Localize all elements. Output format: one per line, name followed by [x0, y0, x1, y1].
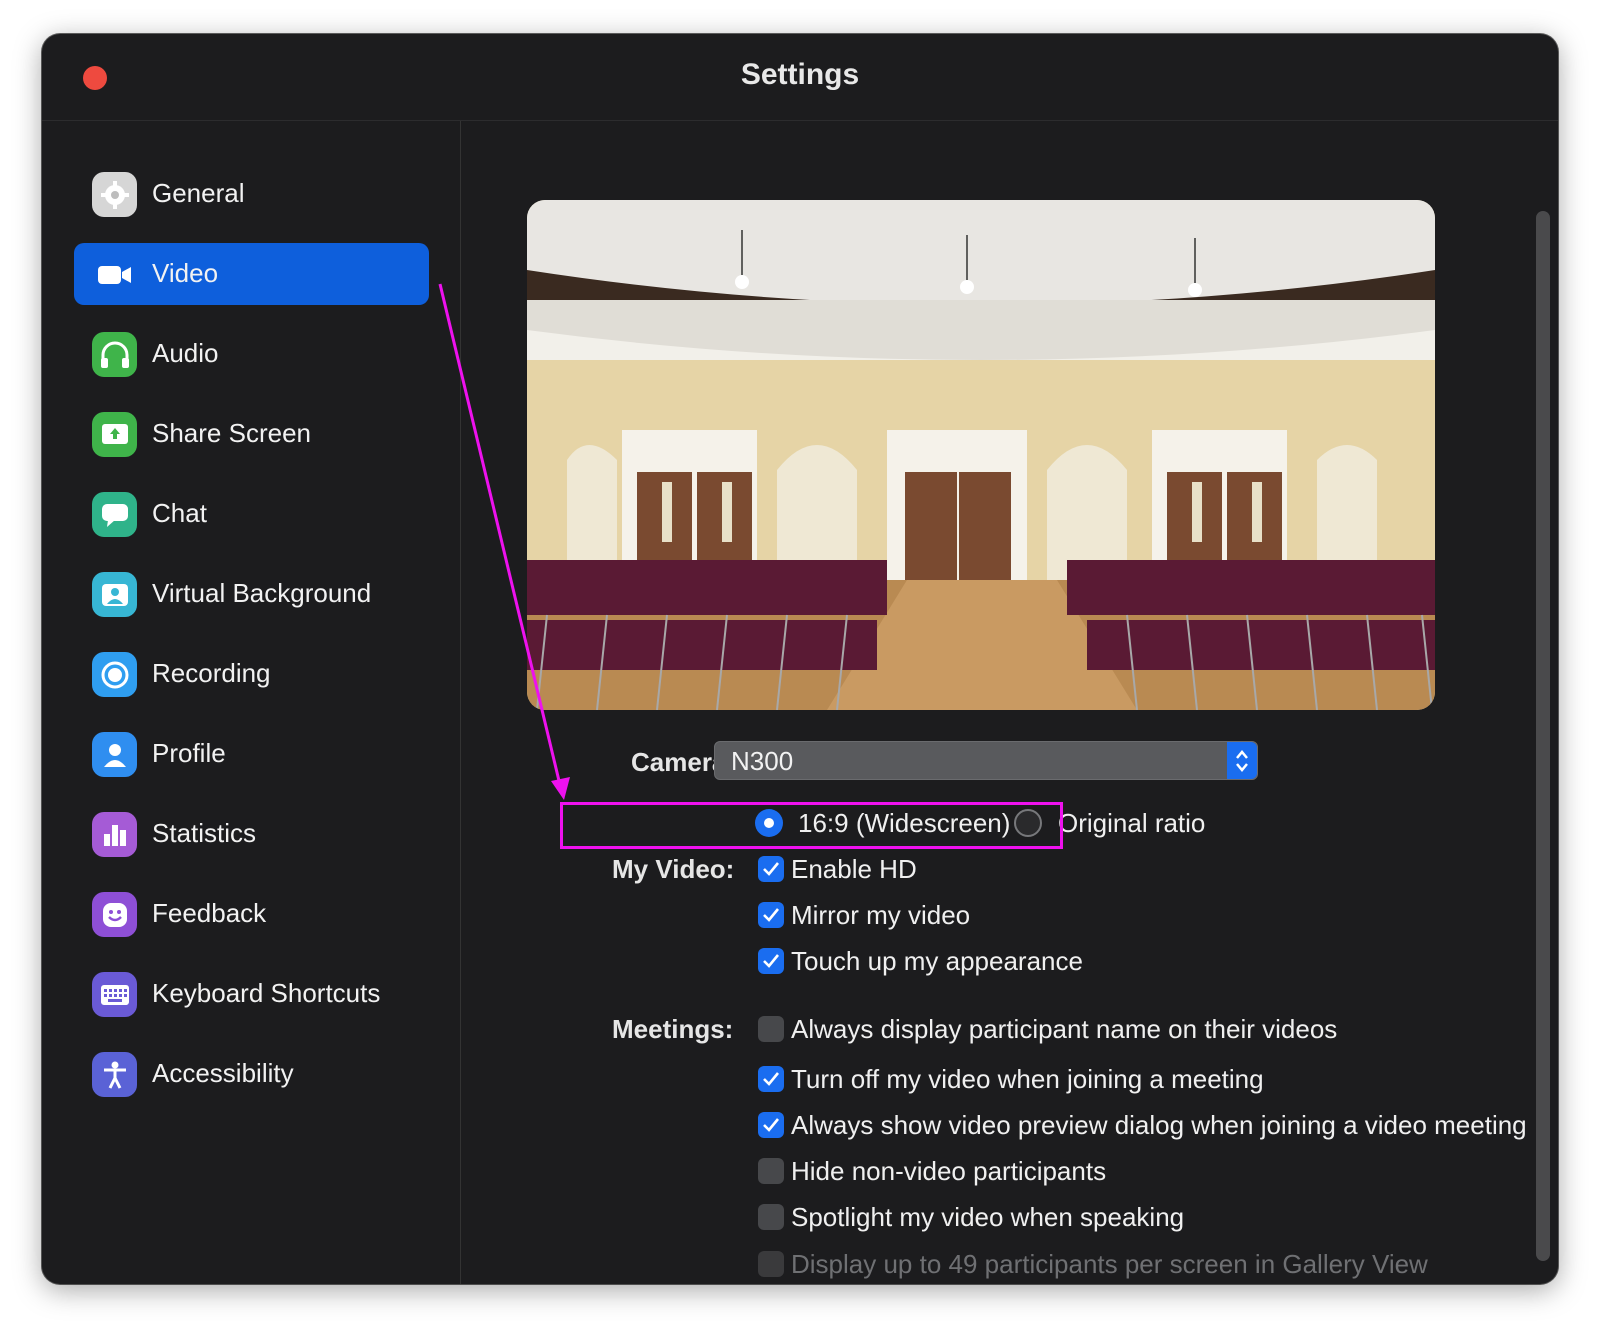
annotation-arrow	[438, 283, 570, 800]
